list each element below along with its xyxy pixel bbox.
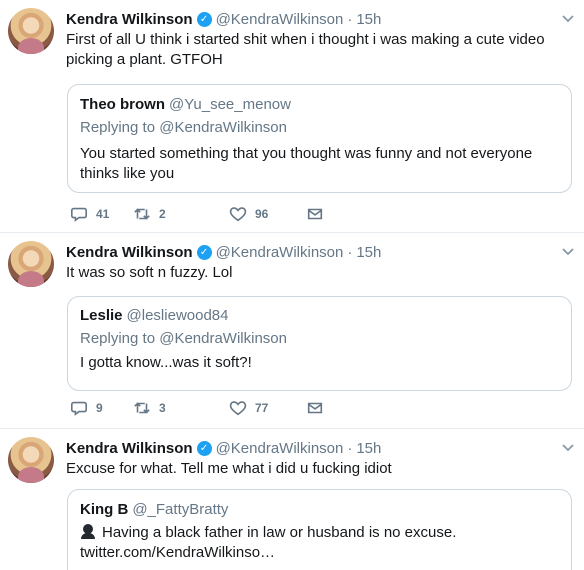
chevron-down-icon[interactable] — [560, 10, 576, 26]
quoted-tweet-text: Having a black father in law or husband … — [80, 523, 559, 543]
retweet-count: 3 — [159, 401, 166, 415]
heart-icon — [229, 401, 247, 416]
author-handle[interactable]: @KendraWilkinson — [216, 440, 344, 457]
verified-badge-icon: ✓ — [196, 11, 212, 27]
quoted-tweet-text: I gotta know...was it soft?! — [80, 354, 252, 371]
retweet-button[interactable]: 3 — [133, 399, 166, 417]
separator-dot: · — [347, 243, 353, 261]
tweet[interactable]: Kendra Wilkinson ✓ @KendraWilkinson · 15… — [0, 233, 584, 429]
like-count: 77 — [255, 401, 269, 415]
tweet-header: Kendra Wilkinson ✓ @KendraWilkinson · 15… — [66, 438, 554, 458]
author-name[interactable]: Kendra Wilkinson — [66, 244, 193, 261]
envelope-icon — [307, 402, 323, 414]
quoted-author-handle: @_FattyBratty — [132, 501, 229, 518]
reply-button[interactable]: 9 — [70, 399, 103, 417]
quoted-tweet[interactable]: Theo brown @Yu_see_menow Replying to @Ken… — [67, 84, 572, 193]
quoted-tweet-body: Having a black father in law or husband … — [102, 524, 457, 541]
retweet-count: 2 — [159, 207, 166, 221]
avatar[interactable] — [8, 437, 54, 483]
timestamp[interactable]: 15h — [356, 244, 381, 261]
tweet-text: It was so soft n fuzzy. Lol — [66, 264, 233, 281]
reply-icon — [70, 207, 88, 222]
tweet[interactable]: Kendra Wilkinson ✓ @KendraWilkinson · 15… — [0, 0, 584, 233]
tweet-header: Kendra Wilkinson ✓ @KendraWilkinson · 15… — [66, 242, 554, 262]
separator-dot: · — [347, 439, 353, 457]
direct-message-button[interactable] — [306, 205, 332, 223]
reply-count: 41 — [96, 207, 110, 221]
heart-icon — [229, 207, 247, 222]
avatar[interactable] — [8, 8, 54, 54]
tweet-header: Kendra Wilkinson ✓ @KendraWilkinson · 15… — [66, 9, 554, 29]
chevron-down-icon[interactable] — [560, 439, 576, 455]
tweet-text: First of all U think i started shit when… — [66, 31, 545, 68]
tweet-actions: 9 3 77 — [70, 399, 340, 419]
quoted-author-name: Theo brown — [80, 96, 165, 113]
retweet-icon — [134, 208, 150, 220]
author-name[interactable]: Kendra Wilkinson — [66, 440, 193, 457]
retweet-icon — [134, 402, 150, 414]
reply-icon — [70, 401, 88, 416]
speaking-head-emoji-icon — [80, 523, 96, 539]
verified-badge-icon: ✓ — [196, 244, 212, 260]
tweet-text: Excuse for what. Tell me what i did u fu… — [66, 460, 392, 477]
timestamp[interactable]: 15h — [356, 11, 381, 28]
separator-dot: · — [347, 10, 353, 28]
verified-badge-icon: ✓ — [196, 440, 212, 456]
quoted-tweet-header: King B @_FattyBratty — [80, 501, 559, 519]
like-count: 96 — [255, 207, 269, 221]
reply-button[interactable]: 41 — [70, 205, 109, 223]
reply-count: 9 — [96, 401, 103, 415]
tweet-timeline: Kendra Wilkinson ✓ @KendraWilkinson · 15… — [0, 0, 584, 570]
tweet[interactable]: Kendra Wilkinson ✓ @KendraWilkinson · 15… — [0, 429, 584, 570]
quoted-author-handle: @lesliewood84 — [126, 307, 229, 324]
retweet-button[interactable]: 2 — [133, 205, 166, 223]
quoted-author-name: Leslie — [80, 307, 123, 324]
timestamp[interactable]: 15h — [356, 440, 381, 457]
tweet-actions: 41 2 96 — [70, 205, 340, 225]
author-handle[interactable]: @KendraWilkinson — [216, 11, 344, 28]
author-name[interactable]: Kendra Wilkinson — [66, 11, 193, 28]
quoted-tweet-text: You started something that you thought w… — [80, 145, 533, 182]
author-handle[interactable]: @KendraWilkinson — [216, 244, 344, 261]
quoted-tweet-link[interactable]: twitter.com/KendraWilkinso… — [80, 543, 559, 563]
chevron-down-icon[interactable] — [560, 243, 576, 259]
avatar[interactable] — [8, 241, 54, 287]
like-button[interactable]: 96 — [229, 205, 268, 223]
like-button[interactable]: 77 — [229, 399, 268, 417]
replying-to-text: Replying to @KendraWilkinson — [80, 330, 287, 347]
envelope-icon — [307, 208, 323, 220]
quoted-author-name: King B — [80, 501, 129, 518]
quoted-tweet-header: Leslie @lesliewood84 — [80, 307, 559, 325]
quoted-author-handle: @Yu_see_menow — [169, 96, 291, 113]
replying-to-text: Replying to @KendraWilkinson — [80, 119, 287, 136]
direct-message-button[interactable] — [306, 399, 332, 417]
quoted-tweet[interactable]: King B @_FattyBratty Having a black fathe… — [67, 489, 572, 570]
quoted-tweet-header: Theo brown @Yu_see_menow — [80, 96, 559, 114]
quoted-tweet[interactable]: Leslie @lesliewood84 Replying to @KendraW… — [67, 296, 572, 391]
